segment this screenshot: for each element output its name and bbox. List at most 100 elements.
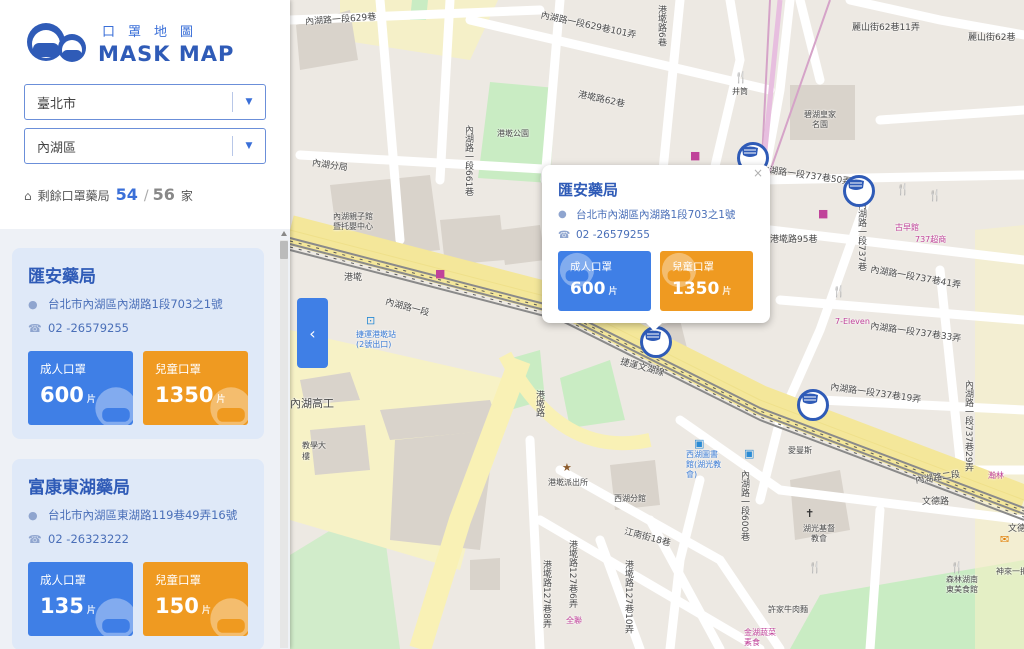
map-label: 井筒 bbox=[732, 87, 748, 96]
pharmacy-list[interactable]: 匯安藥局 ● 台北市內湖區內湖路1段703之1號 ☎ 02 -26579255 … bbox=[0, 229, 290, 649]
city-select-value: 臺北市 bbox=[37, 96, 77, 112]
map-label: 內湖高工 bbox=[290, 397, 334, 410]
scroll-up-arrow-icon[interactable] bbox=[281, 231, 287, 236]
adult-mask-box: 成人口罩 600 片 bbox=[28, 351, 133, 425]
pharmacy-address: 台北市內湖區內湖路1段703之1號 bbox=[48, 297, 223, 311]
map-label: 西湖圖書館(湖光教會) bbox=[686, 450, 722, 479]
restaurant-icon: 🍴 bbox=[896, 183, 910, 196]
restaurant-icon: 🍴 bbox=[950, 561, 964, 574]
unit-label: 片 bbox=[722, 287, 732, 297]
district-select-value: 內湖區 bbox=[37, 140, 77, 156]
pharmacy-marker[interactable] bbox=[843, 175, 875, 207]
police-icon: ★ bbox=[562, 461, 572, 474]
popup-adult-mask-box: 成人口罩 600片 bbox=[558, 251, 651, 311]
map-label: 神來一把 bbox=[996, 567, 1024, 576]
city-select[interactable]: 臺北市 ▼ bbox=[24, 84, 266, 120]
adult-mask-label: 成人口罩 bbox=[40, 362, 86, 376]
map-label: 737超商 bbox=[915, 235, 947, 244]
shop-icon: ■ bbox=[435, 267, 446, 280]
pharmacy-phone: 02 -26579255 bbox=[48, 321, 129, 335]
map-label: 港墘路6巷 bbox=[656, 5, 666, 47]
child-mask-box: 兒童口罩 1350片 bbox=[143, 351, 248, 425]
metro-icon: ⊡ bbox=[366, 314, 376, 327]
map-label: 麗山街62巷11弄 bbox=[852, 23, 920, 33]
pharmacy-name: 匯安藥局 bbox=[28, 267, 96, 287]
popup-close-button[interactable]: × bbox=[753, 166, 763, 180]
map-label: 7-Eleven bbox=[835, 317, 870, 326]
map-label: 湖光基督教會 bbox=[803, 524, 835, 543]
map-label: 捷運港墘站(2號出口) bbox=[356, 330, 396, 349]
shop-icon: ■ bbox=[690, 149, 701, 162]
unit-label: 片 bbox=[608, 287, 618, 297]
child-mask-box: 兒童口罩 150 片 bbox=[143, 562, 248, 636]
phone-row: ☎ 02 -26323222 bbox=[28, 532, 248, 546]
phone-icon: ☎ bbox=[28, 321, 42, 335]
sidebar: 口罩地圖 MASK MAP 臺北市 ▼ 內湖區 ▼ ⌂ 剩餘口罩藥局 54 / … bbox=[0, 0, 290, 649]
map-label: 全聯 bbox=[566, 616, 582, 625]
child-mask-count: 1350 bbox=[155, 383, 214, 407]
popup-pharmacy-name: 匯安藥局 bbox=[558, 181, 619, 199]
adult-mask-box: 成人口罩 135 片 bbox=[28, 562, 133, 636]
summary-label: 剩餘口罩藥局 bbox=[37, 189, 110, 203]
chevron-left-icon: ‹ bbox=[309, 323, 316, 343]
scrollbar-thumb[interactable] bbox=[280, 241, 288, 259]
list-scrollbar[interactable] bbox=[280, 240, 288, 648]
popup-address: 台北市內湖區內湖路1段703之1號 bbox=[576, 209, 736, 221]
adult-mask-label: 成人口罩 bbox=[40, 573, 86, 587]
phone-icon: ☎ bbox=[558, 229, 571, 241]
pharmacy-popup: × 匯安藥局 ● 台北市內湖區內湖路1段703之1號 ☎ 02 -2657925… bbox=[542, 165, 770, 331]
popup-address-row: ● 台北市內湖區內湖路1段703之1號 bbox=[558, 207, 754, 222]
map-label: 內湖路一段737巷29弄 bbox=[963, 380, 973, 472]
child-mask-label: 兒童口罩 bbox=[155, 573, 201, 587]
address-row: ● 台北市內湖區東湖路119巷49弄16號 bbox=[28, 507, 248, 523]
map-label: 麗山街62巷 bbox=[968, 33, 1016, 43]
child-mask-label: 兒童口罩 bbox=[155, 362, 201, 376]
map-pin-icon: ● bbox=[28, 508, 38, 522]
map-label: 瀚林 bbox=[988, 471, 1004, 480]
map-label: 內湖路一段737巷 bbox=[856, 200, 866, 272]
restaurant-icon: 🍴 bbox=[734, 71, 748, 84]
mask-family-icon bbox=[27, 23, 86, 62]
brand-logo: 口罩地圖 MASK MAP bbox=[24, 20, 234, 66]
map-pin-icon: ● bbox=[28, 297, 38, 311]
home-icon: ⌂ bbox=[24, 189, 32, 203]
map-label: 港墘路127巷10弄 bbox=[623, 560, 633, 634]
popup-phone: 02 -26579255 bbox=[576, 229, 650, 241]
mask-face-icon bbox=[210, 598, 248, 636]
map-label: 港墘 bbox=[344, 273, 363, 283]
caret-down-icon[interactable]: ▼ bbox=[233, 97, 265, 107]
adult-mask-count: 600 bbox=[40, 383, 84, 407]
pharmacy-name: 富康東湖藥局 bbox=[28, 478, 130, 498]
available-count: 54 bbox=[115, 185, 138, 204]
map-label: 古早館 bbox=[895, 223, 919, 232]
adult-mask-count: 135 bbox=[40, 594, 84, 618]
map-label: 許家牛肉麵 bbox=[768, 605, 808, 614]
caret-down-icon[interactable]: ▼ bbox=[233, 141, 265, 151]
brand-title-zh: 口罩地圖 bbox=[102, 24, 207, 40]
restaurant-icon: 🍴 bbox=[808, 561, 822, 574]
mask-face-icon bbox=[210, 387, 248, 425]
map-label: 金湖蔬菜素食 bbox=[744, 628, 776, 647]
map-label: 文德 bbox=[1008, 524, 1024, 534]
pharmacy-marker[interactable] bbox=[797, 389, 829, 421]
pharmacy-card[interactable]: 富康東湖藥局 ● 台北市內湖區東湖路119巷49弄16號 ☎ 02 -26323… bbox=[12, 459, 264, 649]
collapse-sidebar-button[interactable]: ‹ bbox=[297, 298, 328, 368]
map-label: 文德路 bbox=[922, 497, 950, 507]
phone-icon: ☎ bbox=[28, 532, 42, 546]
restaurant-icon: 🍴 bbox=[832, 285, 846, 298]
mail-icon: ✉ bbox=[1000, 533, 1010, 546]
pharmacy-card[interactable]: 匯安藥局 ● 台北市內湖區內湖路1段703之1號 ☎ 02 -26579255 … bbox=[12, 248, 264, 439]
popup-child-mask-box: 兒童口罩 1350片 bbox=[660, 251, 753, 311]
map-label: 西湖分館 bbox=[614, 494, 646, 503]
phone-row: ☎ 02 -26579255 bbox=[28, 321, 248, 335]
shop-icon: ■ bbox=[818, 207, 829, 220]
district-select[interactable]: 內湖區 ▼ bbox=[24, 128, 266, 164]
brand-title-en: MASK MAP bbox=[98, 41, 235, 66]
map-label: 港墘公園 bbox=[497, 129, 529, 138]
map-label: 碧湖皇家名園 bbox=[804, 110, 836, 129]
map-label: 港墘路 bbox=[534, 390, 544, 417]
map-label: 內湖路一段661巷 bbox=[463, 125, 473, 197]
mask-face-icon bbox=[95, 387, 133, 425]
map-label: 內湖親子館暨托嬰中心 bbox=[333, 212, 373, 231]
map-label: 港墘路95巷 bbox=[770, 235, 818, 245]
